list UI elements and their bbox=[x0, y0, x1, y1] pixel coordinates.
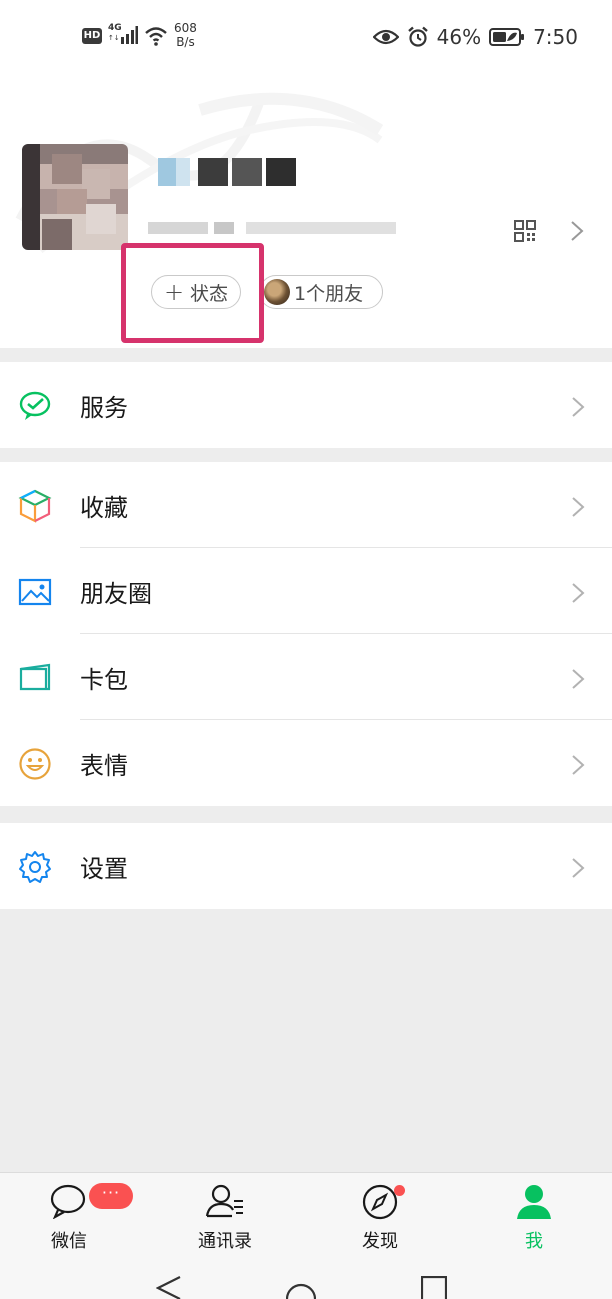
chevron-right-icon bbox=[572, 669, 585, 689]
redacted-block bbox=[266, 158, 296, 186]
friends-status-button[interactable]: 1个朋友 bbox=[259, 275, 383, 309]
card-wallet-icon bbox=[19, 663, 51, 691]
unread-badge: ··· bbox=[89, 1183, 133, 1209]
wechat-id-redacted bbox=[148, 216, 396, 240]
notification-dot bbox=[394, 1185, 405, 1196]
menu-item-favorites[interactable]: 收藏 bbox=[0, 462, 612, 548]
settings-gear-icon bbox=[19, 851, 51, 883]
status-bar: HD 4G ↑↓ 608 B/s 46% 7:50 bbox=[0, 0, 612, 70]
bottom-tab-bar: ··· 微信 通讯录 发现 我 bbox=[0, 1172, 612, 1255]
avatar-pixel bbox=[57, 189, 87, 214]
tab-chats[interactable]: ··· 微信 bbox=[9, 1173, 133, 1255]
redacted-block bbox=[214, 222, 234, 234]
friend-avatar bbox=[264, 279, 290, 305]
status-bar-right: 46% 7:50 bbox=[365, 24, 578, 50]
menu-group-main: 收藏 朋友圈 卡包 表情 bbox=[0, 462, 612, 806]
contacts-icon bbox=[205, 1184, 243, 1218]
menu-group-services: 服务 bbox=[0, 362, 612, 448]
profile-avatar[interactable] bbox=[22, 144, 128, 250]
chevron-right-icon bbox=[572, 583, 585, 603]
chevron-right-icon bbox=[572, 397, 585, 417]
redacted-block bbox=[158, 158, 176, 186]
redacted-block bbox=[246, 222, 396, 234]
battery-percent: 46% bbox=[436, 25, 482, 49]
tab-discover[interactable]: 发现 bbox=[320, 1173, 440, 1255]
favorites-cube-icon bbox=[18, 489, 52, 523]
menu-group-settings: 设置 bbox=[0, 823, 612, 909]
smiley-icon bbox=[19, 748, 51, 780]
menu-item-settings[interactable]: 设置 bbox=[0, 823, 612, 909]
chevron-right-icon bbox=[572, 755, 585, 775]
moments-picture-icon bbox=[18, 578, 52, 606]
tab-contacts[interactable]: 通讯录 bbox=[165, 1173, 285, 1255]
chat-bubble-icon bbox=[50, 1184, 86, 1219]
tab-label: 我 bbox=[525, 1231, 543, 1252]
speed-unit: B/s bbox=[176, 35, 195, 49]
system-navigation-bar bbox=[0, 1254, 612, 1299]
tab-label: 发现 bbox=[362, 1231, 398, 1252]
redacted-block bbox=[232, 158, 262, 186]
avatar-pixel bbox=[52, 154, 82, 184]
eye-icon bbox=[372, 29, 399, 45]
home-circle-icon[interactable] bbox=[286, 1276, 316, 1299]
tab-me[interactable]: 我 bbox=[474, 1173, 594, 1255]
menu-label: 卡包 bbox=[80, 665, 128, 694]
menu-label: 设置 bbox=[80, 854, 128, 883]
tab-label: 通讯录 bbox=[198, 1231, 252, 1252]
redacted-block bbox=[198, 158, 228, 186]
network-speed: 608 B/s bbox=[174, 21, 197, 49]
battery-icon bbox=[489, 28, 525, 46]
avatar-pixel bbox=[42, 219, 72, 250]
chevron-right-icon bbox=[572, 858, 585, 878]
menu-item-card-wallet[interactable]: 卡包 bbox=[0, 634, 612, 720]
menu-item-services[interactable]: 服务 bbox=[0, 362, 612, 448]
chevron-right-icon bbox=[571, 221, 584, 241]
hd-icon: HD bbox=[82, 28, 102, 44]
highlight-annotation bbox=[121, 243, 264, 343]
friends-label: 1个朋友 bbox=[294, 282, 364, 305]
menu-label: 朋友圈 bbox=[80, 579, 152, 608]
signal-icon bbox=[121, 26, 138, 44]
profile-header[interactable]: + 状态 1个朋友 bbox=[0, 70, 612, 348]
menu-item-moments[interactable]: 朋友圈 bbox=[0, 548, 612, 634]
menu-label: 收藏 bbox=[80, 493, 128, 522]
chevron-right-icon bbox=[572, 497, 585, 517]
person-icon bbox=[517, 1185, 551, 1219]
menu-label: 服务 bbox=[80, 393, 128, 422]
wifi-icon bbox=[145, 27, 167, 46]
menu-item-stickers[interactable]: 表情 bbox=[0, 720, 612, 806]
redacted-block bbox=[148, 222, 208, 234]
qr-code-icon[interactable] bbox=[514, 220, 536, 242]
tab-label: 微信 bbox=[51, 1231, 87, 1252]
redacted-block bbox=[176, 158, 190, 186]
menu-label: 表情 bbox=[80, 751, 128, 780]
nickname-redacted bbox=[154, 154, 304, 190]
speed-value: 608 bbox=[174, 21, 197, 35]
recents-square-icon[interactable] bbox=[421, 1276, 447, 1299]
wechat-pay-icon bbox=[19, 391, 51, 420]
back-triangle-icon[interactable] bbox=[156, 1276, 182, 1299]
avatar-pixel bbox=[86, 204, 116, 234]
alarm-icon bbox=[407, 26, 428, 47]
clock: 7:50 bbox=[533, 25, 578, 49]
